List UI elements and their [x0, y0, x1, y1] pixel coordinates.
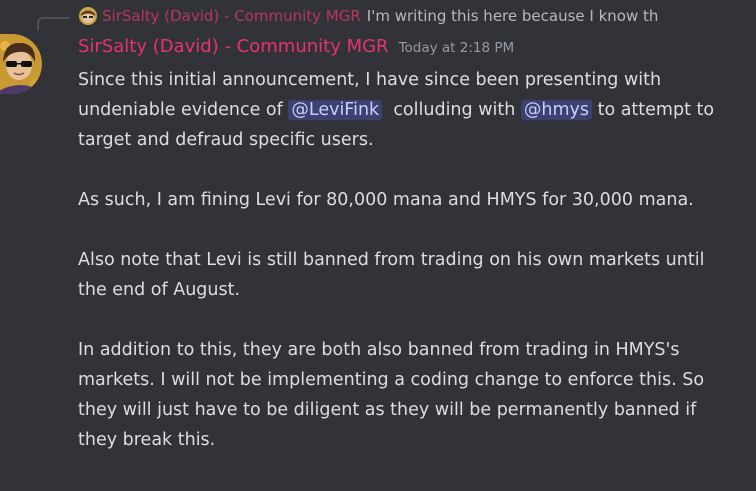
message-paragraph-3: Also note that Levi is still banned from…: [78, 250, 705, 300]
message-timestamp[interactable]: Today at 2:18 PM: [399, 40, 515, 56]
reply-author-name[interactable]: SirSalty (David) - Community MGR: [102, 7, 361, 25]
reply-preview-text[interactable]: I'm writing this here because I know th: [367, 7, 659, 25]
reply-spine: [37, 17, 70, 31]
mention-levifink[interactable]: @LeviFink: [288, 100, 383, 120]
mention-hmys[interactable]: @hmys: [520, 100, 593, 120]
reply-reference[interactable]: SirSalty (David) - Community MGR I'm wri…: [79, 5, 756, 27]
message-header: SirSalty (David) - Community MGR Today a…: [78, 36, 514, 57]
message-paragraph-4: In addition to this, they are both also …: [78, 340, 705, 450]
author-avatar[interactable]: [0, 34, 42, 94]
message-content: Since this initial announcement, I have …: [78, 65, 718, 455]
paragraph-1-text-b: colluding with: [382, 100, 521, 120]
message-paragraph-1: Since this initial announcement, I have …: [78, 65, 718, 155]
message-paragraph-2: As such, I am fining Levi for 80,000 man…: [78, 190, 694, 210]
author-name[interactable]: SirSalty (David) - Community MGR: [78, 36, 389, 57]
chat-message-area: SirSalty (David) - Community MGR I'm wri…: [0, 0, 756, 491]
reply-author-avatar[interactable]: [79, 7, 97, 25]
